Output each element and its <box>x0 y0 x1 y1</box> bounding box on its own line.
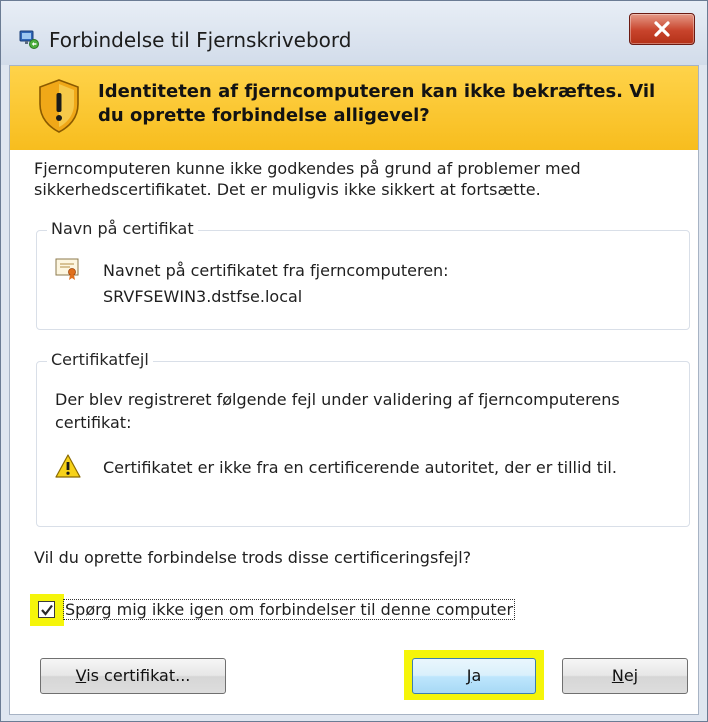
connect-question: Vil du oprette forbindelse trods disse c… <box>34 548 472 567</box>
title-bar[interactable]: Forbindelse til Fjernskrivebord <box>1 1 707 65</box>
certificate-error-group: Certifikatfejl Der blev registreret følg… <box>36 349 690 527</box>
certificate-error-item: Certifikatet er ikke fra en certificeren… <box>103 458 617 477</box>
no-button[interactable]: Nej <box>562 658 688 694</box>
dont-ask-again-checkbox[interactable] <box>38 601 55 618</box>
remote-desktop-icon <box>19 29 39 49</box>
checkmark-icon <box>41 604 53 616</box>
close-button[interactable] <box>629 13 695 45</box>
certificate-icon <box>55 257 81 285</box>
group-title-certificate-error: Certifikatfejl <box>47 349 153 371</box>
certificate-name-value: SRVFSEWIN3.dstfse.local <box>103 287 303 306</box>
no-label: ej <box>623 666 639 685</box>
warning-heading: Identiteten af fjerncomputeren kan ikke … <box>98 81 656 126</box>
certificate-error-description: Der blev registreret følgende fejl under… <box>55 390 620 432</box>
certificate-name-label: Navnet på certifikatet fra fjerncomputer… <box>103 261 449 280</box>
dialog-window: Forbindelse til Fjernskrivebord Identite… <box>0 0 708 722</box>
no-mnemonic: N <box>611 666 624 685</box>
window-title: Forbindelse til Fjernskrivebord <box>49 28 352 52</box>
view-certificate-label: is certifikat... <box>86 666 191 685</box>
yes-label: a <box>471 666 482 685</box>
view-certificate-button[interactable]: Vis certifikat... <box>40 658 226 694</box>
dont-ask-again-label[interactable]: Spørg mig ikke igen om forbindelser til … <box>62 599 516 620</box>
warning-description: Fjerncomputeren kunne ikke godkendes på … <box>34 159 581 199</box>
view-certificate-mnemonic: V <box>75 666 87 685</box>
certificate-name-group: Navn på certifikat Navnet på certifikate… <box>36 218 690 330</box>
warning-icon <box>55 454 81 482</box>
warning-banner: Identiteten af fjerncomputeren kan ikke … <box>10 66 698 150</box>
dont-ask-again-row[interactable]: Spørg mig ikke igen om forbindelser til … <box>30 592 550 626</box>
yes-button[interactable]: Ja <box>412 658 536 694</box>
group-title-certificate-name: Navn på certifikat <box>47 218 198 240</box>
close-icon <box>654 21 670 37</box>
dialog-body: Identiteten af fjerncomputeren kan ikke … <box>9 65 699 715</box>
warning-shield-icon <box>36 78 82 138</box>
